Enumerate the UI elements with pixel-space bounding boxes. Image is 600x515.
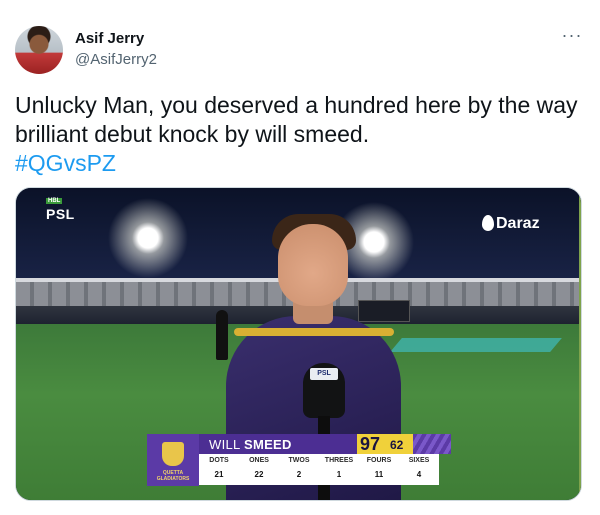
stat-label: TWOS xyxy=(288,457,310,464)
stat-value: 11 xyxy=(374,470,384,479)
pitch-cover xyxy=(390,338,562,352)
stat-value: 22 xyxy=(254,470,264,479)
stat-label: FOURS xyxy=(366,457,392,464)
scoreboard-screen xyxy=(358,300,410,322)
tweet-text-line-1: Unlucky Man, you deserved a hundred here… xyxy=(15,92,578,118)
stat-value: 4 xyxy=(416,470,422,479)
stat-value: 1 xyxy=(336,470,342,479)
jersey-trim xyxy=(234,328,394,336)
avatar[interactable] xyxy=(15,26,63,74)
tweet-text: Unlucky Man, you deserved a hundred here… xyxy=(15,91,585,178)
daraz-icon xyxy=(482,215,494,231)
stat-fours: FOURS 11 xyxy=(359,454,399,482)
player-name: WILL SMEED xyxy=(209,437,292,452)
player-balls: 62 xyxy=(390,438,404,452)
player-lower-third: QUETTA GLADIATORS WILL SMEED 97 62 DOTS … xyxy=(147,433,467,486)
decorative-stripes xyxy=(413,434,451,454)
tweet-text-line-2: brilliant debut knock by will smeed. xyxy=(15,121,370,147)
stat-twos: TWOS 2 xyxy=(279,454,319,482)
hashtag-link[interactable]: #QGvsPZ xyxy=(15,149,585,178)
player-first-name: WILL xyxy=(209,437,241,452)
author-handle[interactable]: @AsifJerry2 xyxy=(75,51,157,68)
stats-strip: DOTS 21 ONES 22 TWOS 2 THREES 1 FOURS 11… xyxy=(199,454,439,485)
stat-label: DOTS xyxy=(209,457,229,464)
stat-sixes: SIXES 4 xyxy=(399,454,439,482)
league-sponsor-tag: HBL xyxy=(46,198,63,204)
more-options-icon[interactable]: ··· xyxy=(560,26,584,48)
player-face xyxy=(278,224,348,306)
psl-logo: PSL xyxy=(46,206,75,222)
team-badge-text: QUETTA GLADIATORS xyxy=(156,470,190,482)
daraz-logo: Daraz xyxy=(496,215,540,232)
player-last-name: SMEED xyxy=(243,437,292,452)
stat-label: SIXES xyxy=(408,457,430,464)
stat-label: THREES xyxy=(324,457,354,464)
stat-dots: DOTS 21 xyxy=(199,454,239,482)
author-name[interactable]: Asif Jerry xyxy=(75,30,144,47)
stat-ones: ONES 22 xyxy=(239,454,279,482)
background-person xyxy=(216,310,228,360)
stat-value: 21 xyxy=(214,470,224,479)
media-edge xyxy=(579,188,581,500)
mic-flag-label: PSL xyxy=(310,368,338,380)
team-badge: QUETTA GLADIATORS xyxy=(147,434,199,486)
floodlight xyxy=(108,198,188,278)
tweet-card: Asif Jerry @AsifJerry2 ··· Unlucky Man, … xyxy=(0,0,600,515)
team-crest-icon xyxy=(162,442,184,466)
stat-label: ONES xyxy=(249,457,269,464)
player-runs: 97 xyxy=(360,434,381,454)
stat-value: 2 xyxy=(296,470,302,479)
stat-threes: THREES 1 xyxy=(319,454,359,482)
tweet-media-image[interactable]: PSL HBL PSL Daraz QUETTA GLADIATORS WILL… xyxy=(15,187,582,501)
